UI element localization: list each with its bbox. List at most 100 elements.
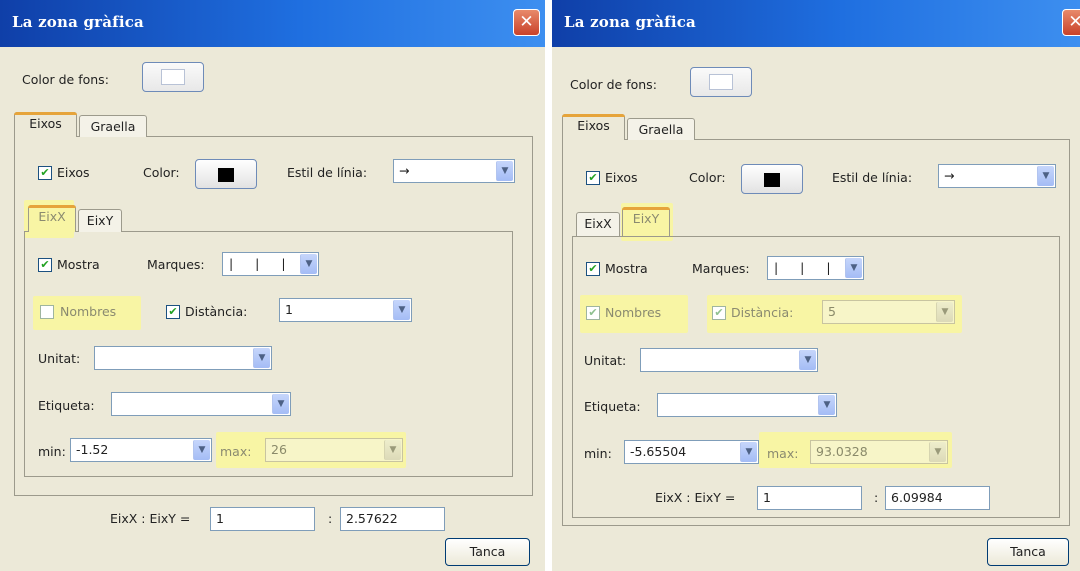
title-bar: La zona gràfica ✕: [0, 0, 545, 47]
numbers-checkbox[interactable]: [40, 305, 54, 319]
tab-graella-label: Graella: [638, 122, 684, 137]
chevron-down-icon: ▼: [818, 395, 835, 415]
tab-eixos[interactable]: Eixos: [562, 114, 625, 140]
ratio-label: EixX : EixY =: [655, 490, 736, 505]
chevron-down-icon: ▼: [1037, 166, 1054, 186]
ticks-select[interactable]: | | | ▼: [767, 256, 864, 280]
label-select[interactable]: ▼: [657, 393, 837, 417]
chevron-down-icon: ▼: [393, 300, 410, 320]
chevron-down-icon: ▼: [845, 258, 862, 278]
min-select[interactable]: -5.65504 ▼: [624, 440, 759, 464]
tab-eixos-label: Eixos: [29, 116, 62, 131]
unit-select[interactable]: ▼: [640, 348, 818, 372]
label-label: Etiqueta:: [584, 399, 641, 414]
ratio-y-input[interactable]: 6.09984: [885, 486, 990, 510]
distance-label: Distància:: [731, 305, 794, 320]
line-style-value: →: [944, 168, 955, 183]
distance-label: Distància:: [185, 304, 248, 319]
show-checkbox[interactable]: ✔: [38, 258, 52, 272]
numbers-label: Nombres: [605, 305, 662, 320]
max-select[interactable]: 26 ▼: [265, 438, 403, 462]
ticks-select[interactable]: | | | ▼: [222, 252, 319, 276]
dialog-title: La zona gràfica: [12, 13, 144, 31]
subtab-eixx-label: EixX: [584, 216, 612, 231]
ratio-separator: :: [328, 511, 333, 526]
label-label: Etiqueta:: [38, 398, 95, 413]
ratio-x-input[interactable]: 1: [210, 507, 315, 531]
graphics-dialog-left: La zona gràfica ✕ Color de fons: Eixos G…: [0, 0, 545, 571]
chevron-down-icon: ▼: [496, 161, 513, 181]
distance-checkbox[interactable]: ✔: [166, 305, 180, 319]
close-icon[interactable]: ✕: [1062, 9, 1080, 36]
ratio-x-input[interactable]: 1: [757, 486, 862, 510]
tab-graella-label: Graella: [90, 119, 136, 134]
show-label: Mostra: [57, 257, 100, 272]
subtab-eixx[interactable]: EixX: [576, 212, 620, 236]
subtab-eixy-label: EixY: [632, 211, 660, 226]
max-label: max:: [220, 444, 252, 459]
background-color-swatch[interactable]: [690, 67, 752, 97]
subtab-eixx[interactable]: EixX: [28, 205, 76, 232]
axes-checkbox[interactable]: ✔: [38, 166, 52, 180]
numbers-label: Nombres: [60, 304, 117, 319]
numbers-checkbox[interactable]: ✔: [586, 306, 600, 320]
chevron-down-icon: ▼: [384, 440, 401, 460]
close-button[interactable]: Tanca: [445, 538, 530, 566]
axes-label: Eixos: [57, 165, 90, 180]
max-select[interactable]: 93.0328 ▼: [810, 440, 948, 464]
distance-checkbox[interactable]: ✔: [712, 306, 726, 320]
close-button[interactable]: Tanca: [987, 538, 1069, 566]
min-value: -1.52: [76, 442, 109, 457]
distance-select[interactable]: 1 ▼: [279, 298, 412, 322]
distance-select[interactable]: 5 ▼: [822, 300, 955, 324]
chevron-down-icon: ▼: [272, 394, 289, 414]
chevron-down-icon: ▼: [253, 348, 270, 368]
ratio-separator: :: [874, 490, 879, 505]
line-style-select[interactable]: → ▼: [938, 164, 1056, 188]
graphics-dialog-right: La zona gràfica ✕ Color de fons: Eixos G…: [552, 0, 1080, 571]
axes-color-button[interactable]: [195, 159, 257, 189]
tab-eixos-label: Eixos: [577, 118, 610, 133]
line-style-value: →: [399, 163, 410, 178]
min-select[interactable]: -1.52 ▼: [70, 438, 212, 462]
subtab-eixy[interactable]: EixY: [622, 207, 670, 236]
background-color-label: Color de fons:: [22, 72, 109, 87]
axes-checkbox[interactable]: ✔: [586, 171, 600, 185]
color-label: Color:: [143, 165, 180, 180]
unit-label: Unitat:: [38, 351, 81, 366]
max-value: 93.0328: [816, 444, 868, 459]
min-value: -5.65504: [630, 444, 687, 459]
ratio-y-input[interactable]: 2.57622: [340, 507, 445, 531]
ticks-label: Marques:: [147, 257, 205, 272]
tab-graella[interactable]: Graella: [627, 118, 695, 140]
close-icon[interactable]: ✕: [513, 9, 540, 36]
unit-select[interactable]: ▼: [94, 346, 272, 370]
ticks-value: | | |: [774, 260, 840, 275]
line-style-select[interactable]: → ▼: [393, 159, 515, 183]
subtab-eixy-label: EixY: [86, 213, 114, 228]
unit-label: Unitat:: [584, 353, 627, 368]
tab-eixos[interactable]: Eixos: [14, 112, 77, 137]
axes-color-button[interactable]: [741, 164, 803, 194]
show-label: Mostra: [605, 261, 648, 276]
distance-value: 1: [285, 302, 293, 317]
background-color-label: Color de fons:: [570, 77, 657, 92]
ratio-label: EixX : EixY =: [110, 511, 191, 526]
chevron-down-icon: ▼: [300, 254, 317, 274]
min-label: min:: [38, 444, 66, 459]
line-style-label: Estil de línia:: [287, 165, 368, 180]
show-checkbox[interactable]: ✔: [586, 262, 600, 276]
subtab-eixy[interactable]: EixY: [78, 209, 122, 232]
dialog-title: La zona gràfica: [564, 13, 696, 31]
line-style-label: Estil de línia:: [832, 170, 913, 185]
title-bar: La zona gràfica ✕: [552, 0, 1080, 47]
chevron-down-icon: ▼: [929, 442, 946, 462]
color-label: Color:: [689, 170, 726, 185]
background-color-swatch[interactable]: [142, 62, 204, 92]
label-select[interactable]: ▼: [111, 392, 291, 416]
max-value: 26: [271, 442, 287, 457]
chevron-down-icon: ▼: [799, 350, 816, 370]
tab-graella[interactable]: Graella: [79, 115, 147, 137]
min-label: min:: [584, 446, 612, 461]
axes-label: Eixos: [605, 170, 638, 185]
